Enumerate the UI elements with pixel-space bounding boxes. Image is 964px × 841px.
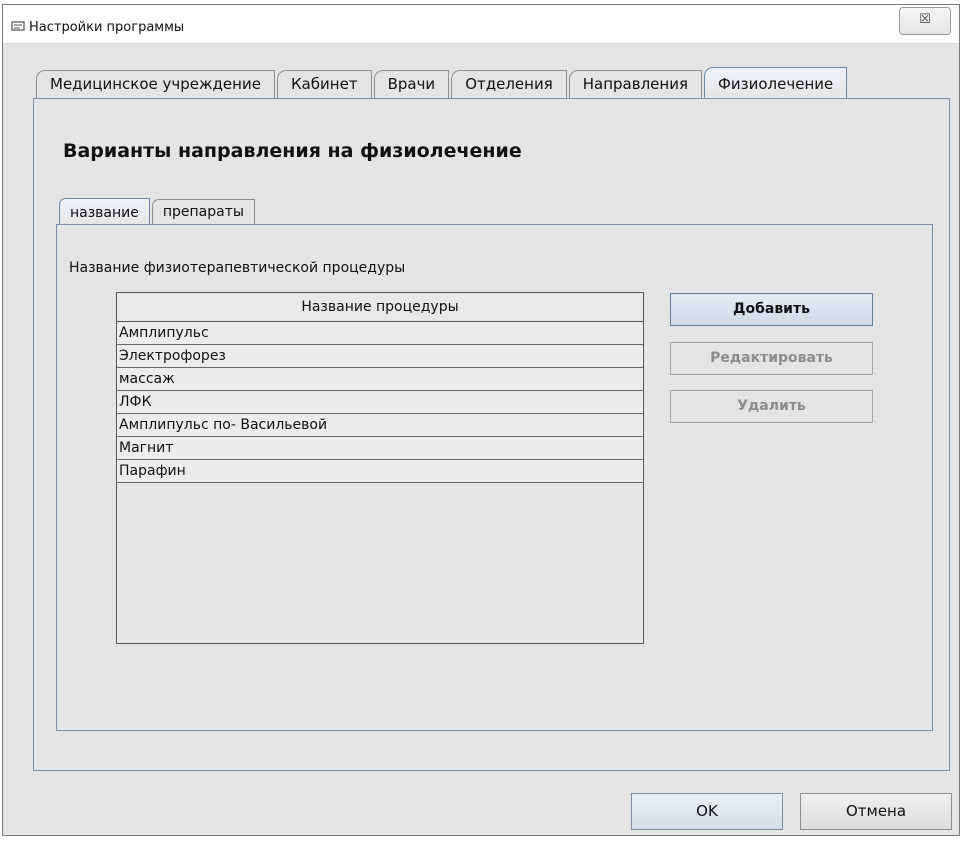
- tab-cabinet[interactable]: Кабинет: [276, 70, 372, 99]
- tab-medical-institution[interactable]: Медицинское учреждение: [36, 70, 275, 99]
- tab-referrals[interactable]: Направления: [568, 70, 702, 99]
- column-header-procedure-name[interactable]: Название процедуры: [117, 293, 643, 322]
- page-title: Варианты направления на физиолечение: [63, 140, 522, 162]
- outer-tab-bar: Медицинское учреждение Кабинет Врачи Отд…: [36, 65, 848, 100]
- procedure-field-label: Название физиотерапевтической процедуры: [69, 260, 406, 276]
- add-button[interactable]: Добавить: [670, 293, 873, 326]
- table-row[interactable]: Магнит: [117, 437, 643, 460]
- table-row[interactable]: ЛФК: [117, 391, 643, 414]
- table-row[interactable]: Амплипульс: [117, 322, 643, 345]
- window-title: Настройки программы: [29, 20, 185, 35]
- procedures-table[interactable]: Название процедуры Амплипульс Электрофор…: [116, 292, 644, 644]
- delete-button[interactable]: Удалить: [670, 390, 873, 423]
- table-row[interactable]: массаж: [117, 368, 643, 391]
- table-row[interactable]: Амплипульс по- Васильевой: [117, 414, 643, 437]
- inner-tab-bar: название препараты: [59, 197, 255, 226]
- title-bar: Настройки программы ☒: [3, 5, 959, 44]
- cancel-button[interactable]: Отмена: [800, 793, 952, 830]
- tab-doctors[interactable]: Врачи: [373, 70, 450, 99]
- tab-departments[interactable]: Отделения: [451, 70, 567, 99]
- table-row[interactable]: Электрофорез: [117, 345, 643, 368]
- tab-physiotherapy[interactable]: Физиолечение: [703, 67, 848, 100]
- close-button[interactable]: ☒: [899, 7, 951, 35]
- tab-drugs[interactable]: препараты: [151, 199, 255, 225]
- ok-button[interactable]: OK: [631, 793, 783, 830]
- tab-name[interactable]: название: [59, 198, 150, 226]
- settings-icon: [11, 21, 25, 31]
- edit-button[interactable]: Редактировать: [670, 342, 873, 375]
- table-row[interactable]: Парафин: [117, 460, 643, 483]
